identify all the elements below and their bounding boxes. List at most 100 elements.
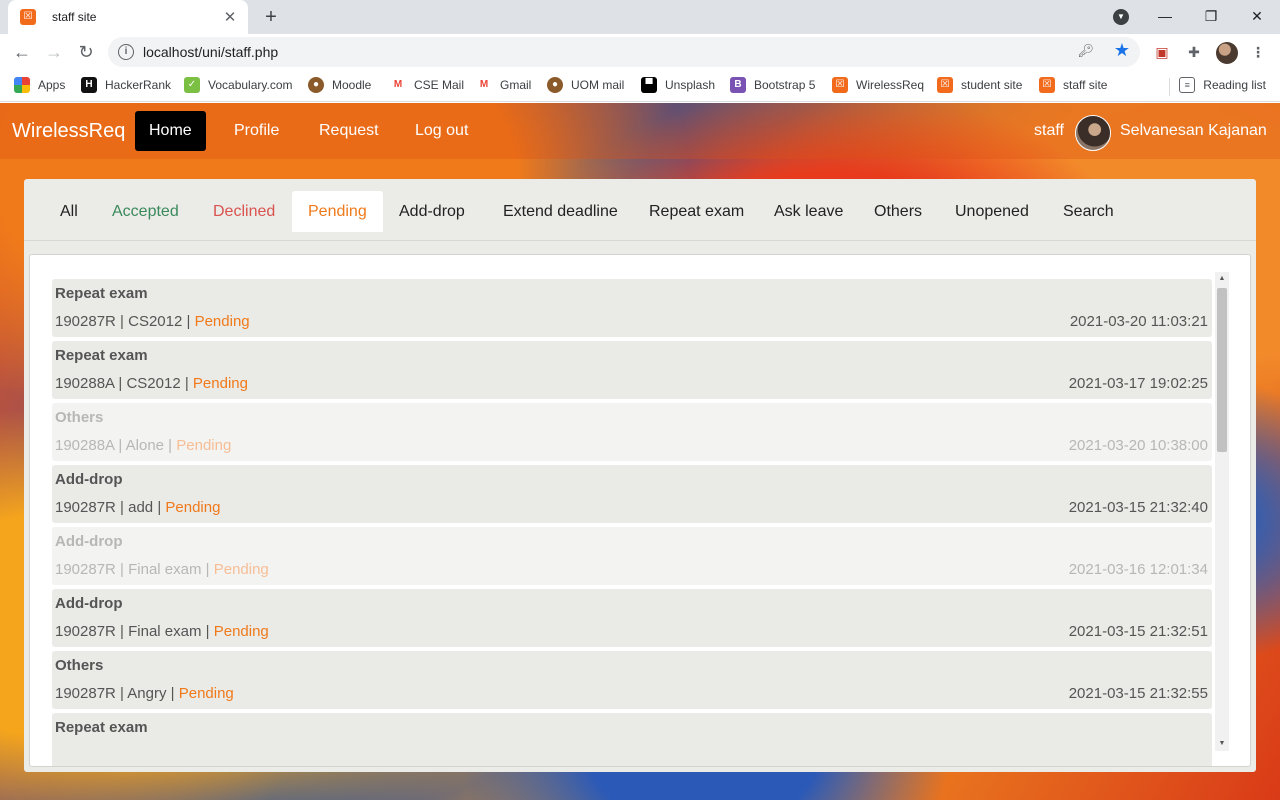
request-status: Pending <box>178 685 234 702</box>
request-subject: Final exam <box>128 561 202 578</box>
request-item[interactable]: Add-drop 190287R | Final exam | Pending 20… <box>52 589 1212 647</box>
scrollbar[interactable]: ▲ ▼ <box>1215 272 1229 751</box>
browser-toolbar: ← → ↻ i localhost/uni/staff.php 🔑︎ ★ ▣ ✚… <box>0 34 1280 70</box>
nav-profile[interactable]: Profile <box>220 111 293 151</box>
tab-add-drop[interactable]: Add-drop <box>383 191 481 232</box>
request-item[interactable]: Add-drop 190287R | add | Pending 2021-03-1… <box>52 465 1212 523</box>
request-status: Pending <box>213 623 269 640</box>
extension-icon[interactable]: ▣ <box>1152 42 1172 62</box>
nav-home[interactable]: Home <box>135 111 206 151</box>
profile-avatar[interactable] <box>1216 42 1238 64</box>
bootstrap-icon: B <box>730 77 746 93</box>
reload-button[interactable]: ↻ <box>72 38 100 66</box>
tab-others[interactable]: Others <box>858 191 938 232</box>
bookmark-apps[interactable]: Apps <box>14 77 65 93</box>
tab-title: staff site <box>52 10 97 24</box>
user-name[interactable]: Selvanesan Kajanan <box>1120 122 1267 140</box>
request-meta: 190287R | Final exam | Pending <box>55 561 269 578</box>
scroll-up-arrow-icon[interactable]: ▲ <box>1215 272 1229 286</box>
bookmark-staff-site[interactable]: ☒ staff site <box>1039 77 1107 93</box>
request-status: Pending <box>213 561 269 578</box>
reading-list-button[interactable]: ≡ Reading list <box>1179 77 1266 93</box>
bookmark-label: Unsplash <box>665 78 716 92</box>
request-item[interactable]: Others 190287R | Angry | Pending 2021-03-1… <box>52 651 1212 709</box>
bookmark-label: HackerRank <box>105 78 172 92</box>
requests-panel: All Accepted Declined Pending Add-drop E… <box>24 179 1256 772</box>
restore-button[interactable]: ❐ <box>1188 8 1234 25</box>
tab-declined[interactable]: Declined <box>197 191 291 232</box>
bookmark-unsplash[interactable]: ▀ Unsplash <box>641 77 715 93</box>
puzzle-extensions-icon[interactable]: ✚ <box>1184 42 1204 62</box>
bookmark-wirelessreq[interactable]: ☒ WirelessReq <box>832 77 924 93</box>
key-icon[interactable]: 🔑︎ <box>1077 43 1094 59</box>
request-item[interactable]: Add-drop 190287R | Final exam | Pending 20… <box>52 527 1212 585</box>
request-type: Others <box>55 657 104 674</box>
request-item[interactable]: Repeat exam <box>52 713 1212 766</box>
nav-request[interactable]: Request <box>305 111 393 151</box>
request-item[interactable]: Repeat exam 190287R | CS2012 | Pending 202… <box>52 279 1212 337</box>
request-index: 190287R <box>55 499 116 516</box>
bookmark-cse-mail[interactable]: M CSE Mail <box>390 77 464 93</box>
request-type: Repeat exam <box>55 719 148 736</box>
scroll-down-arrow-icon[interactable]: ▼ <box>1215 737 1229 751</box>
request-subject: add <box>128 499 154 516</box>
url-text[interactable]: localhost/uni/staff.php <box>143 44 278 60</box>
tab-search[interactable]: Search <box>1047 191 1130 232</box>
bookmark-vocabulary[interactable]: ✓ Vocabulary.com <box>184 77 293 93</box>
scrollbar-thumb[interactable] <box>1217 288 1227 452</box>
request-subject: Final exam <box>128 623 202 640</box>
brand-logo[interactable]: WirelessReq <box>12 120 125 143</box>
request-date: 2021-03-20 10:38:00 <box>1068 437 1208 454</box>
tab-accepted[interactable]: Accepted <box>96 191 195 232</box>
xampp-icon: ☒ <box>20 9 36 25</box>
bookmark-student-site[interactable]: ☒ student site <box>937 77 1022 93</box>
request-type: Repeat exam <box>55 347 148 364</box>
request-subject: CS2012 <box>128 313 183 330</box>
close-window-button[interactable]: ✕ <box>1234 8 1280 25</box>
gmail-icon: M <box>390 77 406 93</box>
request-type: Add-drop <box>55 533 123 550</box>
tab-all[interactable]: All <box>44 191 94 232</box>
tab-repeat-exam[interactable]: Repeat exam <box>633 191 760 232</box>
moodle-icon: ● <box>308 77 324 93</box>
forward-button[interactable]: → <box>40 38 68 66</box>
unsplash-icon: ▀ <box>641 77 657 93</box>
request-subject: CS2012 <box>126 375 181 392</box>
bookmark-label: UOM mail <box>571 78 625 92</box>
request-index: 190287R <box>55 313 116 330</box>
bookmarks-divider <box>1169 78 1170 96</box>
request-item[interactable]: Repeat exam 190288A | CS2012 | Pending 202… <box>52 341 1212 399</box>
new-tab-button[interactable]: + <box>258 4 284 30</box>
tab-pending[interactable]: Pending <box>292 191 383 232</box>
bookmark-bootstrap[interactable]: B Bootstrap 5 <box>730 77 815 93</box>
request-item[interactable]: Others 190288A | Alone | Pending 2021-03-2… <box>52 403 1212 461</box>
request-meta: 190287R | Final exam | Pending <box>55 623 269 640</box>
user-avatar[interactable] <box>1075 115 1111 151</box>
minimize-button[interactable]: — <box>1142 8 1188 24</box>
gmail-icon: M <box>476 77 492 93</box>
bookmark-hackerrank[interactable]: H HackerRank <box>81 77 171 93</box>
bookmark-moodle[interactable]: ● Moodle <box>308 77 371 93</box>
address-bar[interactable]: i localhost/uni/staff.php 🔑︎ ★ <box>108 37 1140 67</box>
request-meta: 190287R | add | Pending <box>55 499 221 516</box>
request-list: Repeat exam 190287R | CS2012 | Pending 202… <box>52 279 1212 766</box>
tab-close-button[interactable]: ✕ <box>222 8 238 26</box>
tab-ask-leave[interactable]: Ask leave <box>758 191 859 232</box>
bookmark-star-icon[interactable]: ★ <box>1114 40 1130 61</box>
bookmark-gmail[interactable]: M Gmail <box>476 77 531 93</box>
back-button[interactable]: ← <box>8 38 36 66</box>
tab-unopened[interactable]: Unopened <box>939 191 1045 232</box>
bookmark-uom-mail[interactable]: ● UOM mail <box>547 77 624 93</box>
browser-tab[interactable]: ☒ staff site ✕ <box>8 0 248 34</box>
request-type: Add-drop <box>55 471 123 488</box>
bookmark-label: staff site <box>1063 78 1108 92</box>
tab-extend-deadline[interactable]: Extend deadline <box>487 191 634 232</box>
nav-logout[interactable]: Log out <box>401 111 482 151</box>
tab-search-icon[interactable]: ▼ <box>1113 9 1129 25</box>
xampp-icon: ☒ <box>832 77 848 93</box>
request-index: 190287R <box>55 623 116 640</box>
request-meta: 190288A | Alone | Pending <box>55 437 232 454</box>
menu-kebab-icon[interactable]: ⋮ <box>1248 42 1268 62</box>
request-type: Add-drop <box>55 595 123 612</box>
site-info-icon[interactable]: i <box>118 44 134 60</box>
